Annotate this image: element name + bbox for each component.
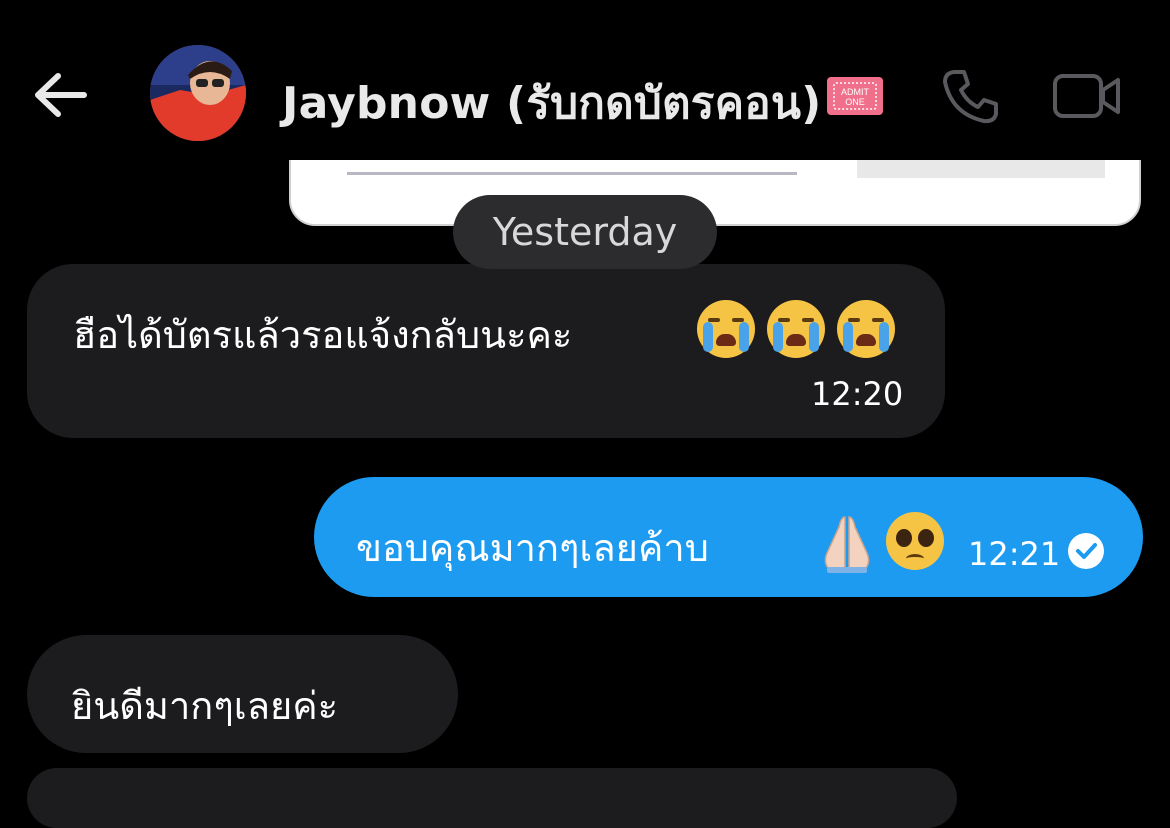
message-text: ขอบคุณมากๆเลยค้าบ (356, 526, 709, 570)
pleading-face-icon (886, 512, 944, 570)
loudly-crying-face-icon (767, 300, 825, 358)
loudly-crying-face-icon (697, 300, 755, 358)
message-text: ฮือได้บัตรแล้วรอแจ้งกลับนะคะ (73, 313, 573, 357)
card-divider-line (347, 172, 797, 175)
message-bubble-incoming[interactable]: ยินดีมากๆเลยค่ะ (27, 635, 458, 753)
contact-name[interactable]: Jaybnow (รับกดบัตรคอน) (282, 68, 821, 138)
message-bubble-incoming-partial[interactable] (27, 768, 957, 828)
svg-text:ONE: ONE (845, 97, 865, 107)
video-camera-icon[interactable] (1052, 70, 1122, 122)
date-divider: Yesterday (453, 195, 717, 269)
loudly-crying-face-icon (837, 300, 895, 358)
ticket-emoji-icon: ADMIT ONE (827, 77, 883, 115)
back-arrow-icon[interactable] (30, 70, 90, 120)
avatar-photo (150, 45, 246, 141)
chat-header: Jaybnow (รับกดบัตรคอน) ADMIT ONE (0, 0, 1170, 160)
message-bubble-incoming[interactable]: ฮือได้บัตรแล้วรอแจ้งกลับนะคะ 12:20 (27, 264, 945, 438)
phone-icon[interactable] (940, 66, 1000, 126)
svg-text:ADMIT: ADMIT (841, 87, 870, 97)
read-check-icon (1068, 533, 1104, 569)
message-time: 12:21 (968, 535, 1061, 573)
folded-hands-icon (824, 516, 870, 573)
avatar[interactable] (150, 45, 246, 141)
message-text: ยินดีมากๆเลยค่ะ (71, 684, 339, 728)
message-time: 12:20 (811, 375, 904, 413)
